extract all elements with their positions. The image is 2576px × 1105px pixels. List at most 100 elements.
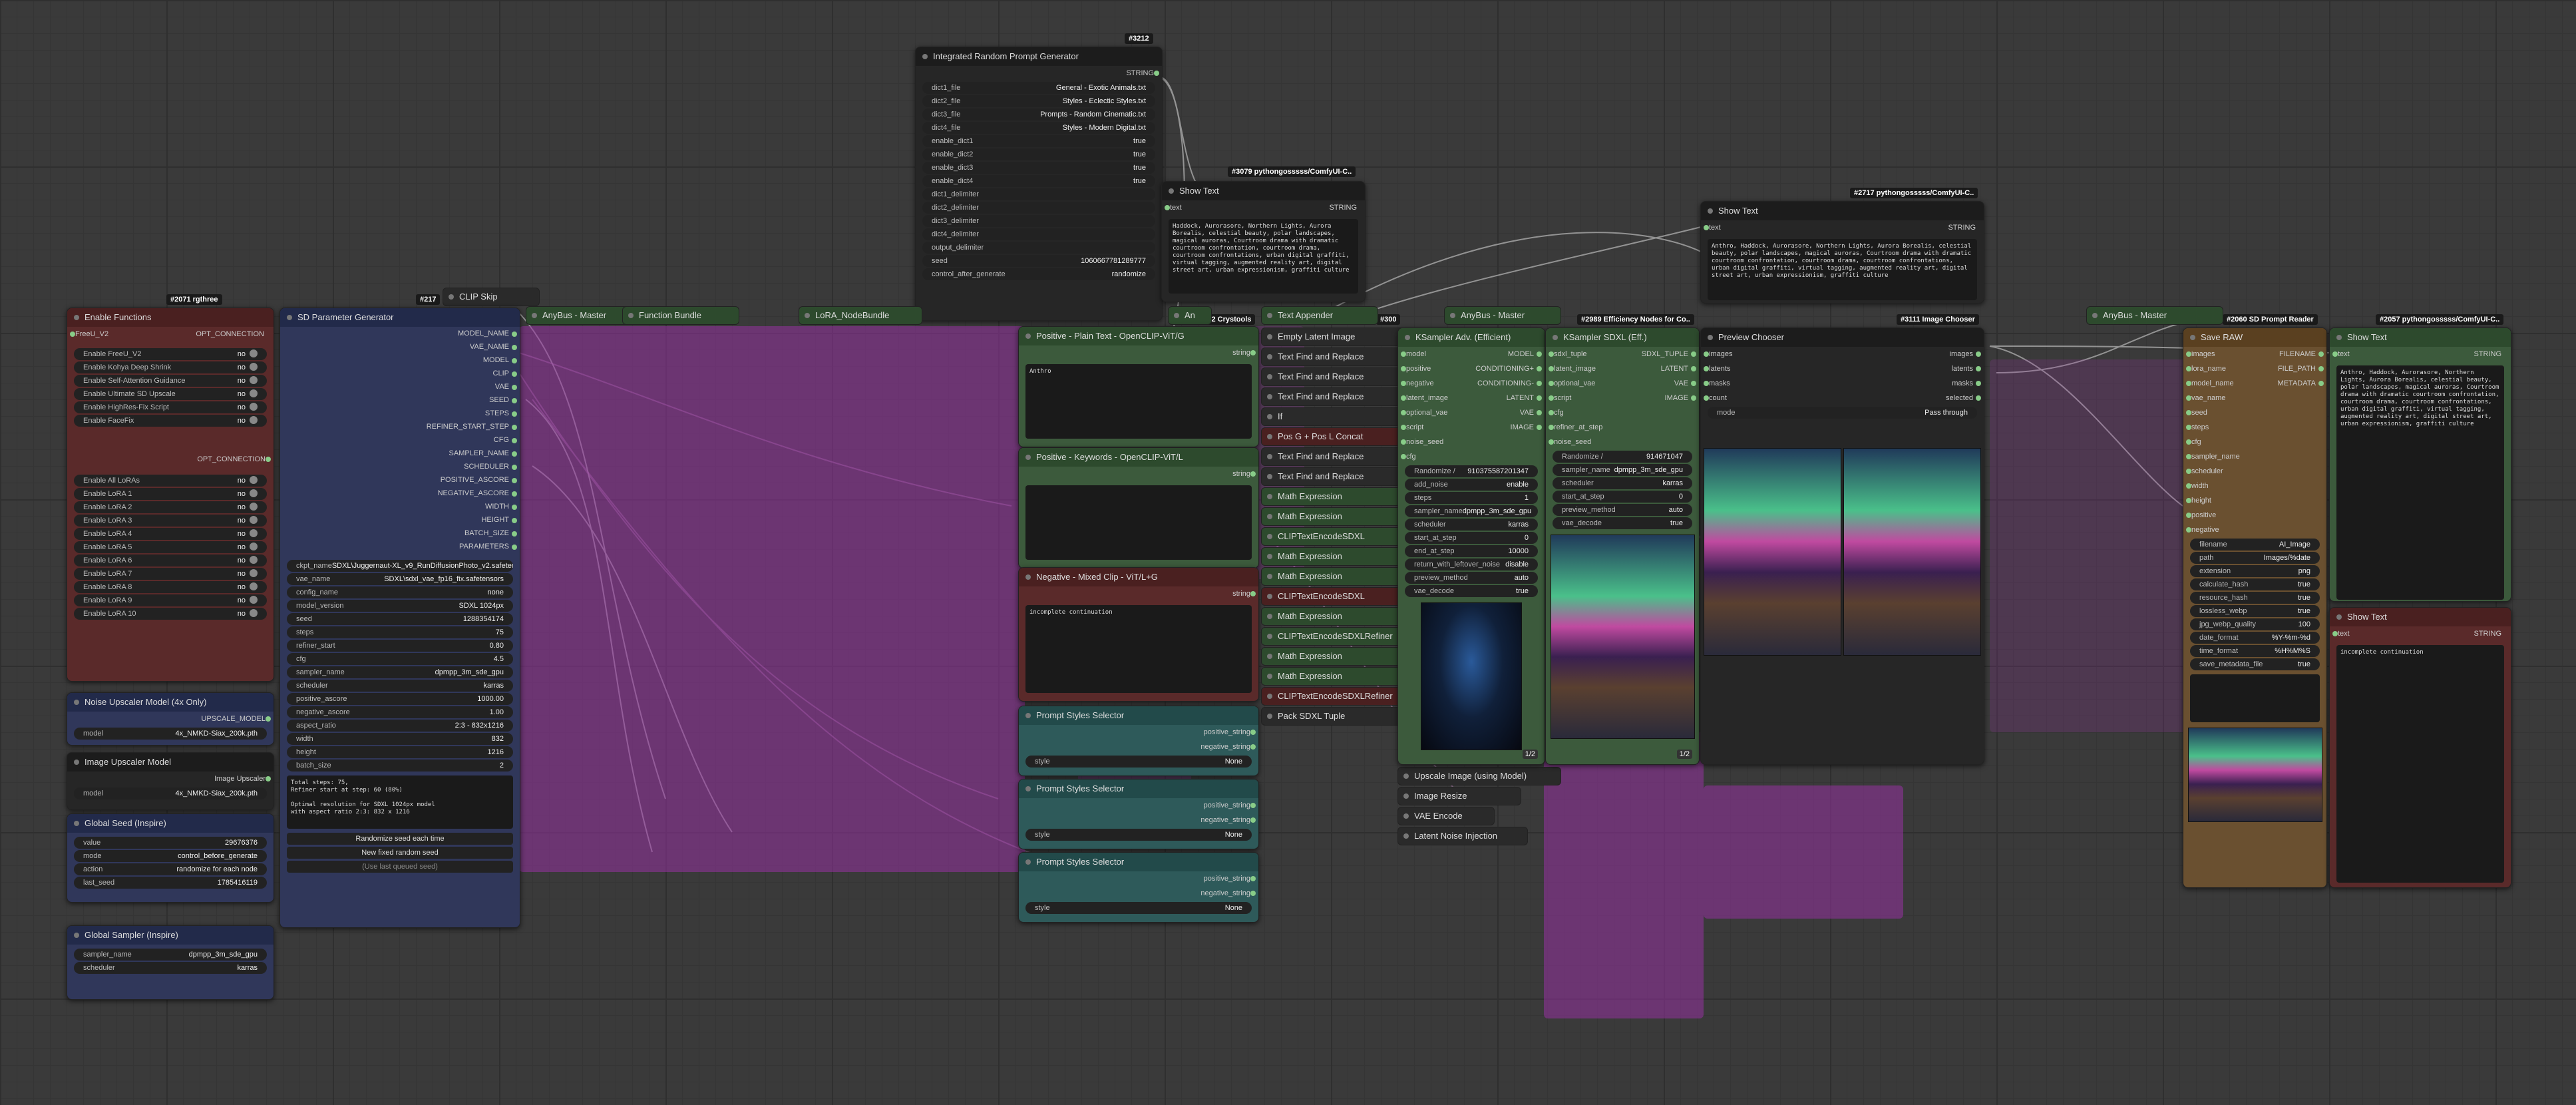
- slot-row[interactable]: SCHEDULER: [280, 460, 520, 473]
- node-widget[interactable]: cfg 4.5: [287, 653, 513, 665]
- slot-row[interactable]: optional_vae VAE: [1398, 405, 1545, 420]
- slot-row[interactable]: BATCH_SIZE: [280, 527, 520, 540]
- node-widget[interactable]: time_format %H%M%S: [2190, 645, 2320, 657]
- node-widget[interactable]: config_name none: [287, 586, 513, 598]
- slot-row[interactable]: lora_name FILE_PATH: [2183, 361, 2326, 376]
- prompt-styles-selector-node[interactable]: Prompt Styles Selector positive_string n…: [1018, 852, 1259, 923]
- enable-functions-node[interactable]: Enable Functions FreeU_V2 OPT_CONNECTION …: [67, 308, 274, 682]
- slot-row[interactable]: images images: [1701, 347, 1984, 361]
- show-text-node[interactable]: Show Text text STRING Anthro, Haddock, Au…: [1700, 201, 1984, 304]
- slot-row[interactable]: noise_seed: [1546, 435, 1699, 449]
- slot-row[interactable]: steps: [2183, 420, 2326, 435]
- lora-bundle-node[interactable]: LoRA_NodeBundle: [799, 306, 922, 325]
- node-widget[interactable]: value 29676376: [74, 837, 267, 849]
- node-widget[interactable]: dict1_delimiter: [922, 188, 1155, 200]
- node-widget[interactable]: Enable LoRA 10 no: [74, 608, 267, 620]
- output-slot[interactable]: string: [1019, 467, 1258, 481]
- preview-chooser-node[interactable]: Preview Chooser images images latents laten…: [1700, 328, 1984, 765]
- node-widget[interactable]: mode control_before_generate: [74, 850, 267, 862]
- randomize-seed-button[interactable]: Randomize seed each time: [287, 833, 513, 845]
- ksampler-sdxl-node[interactable]: KSampler SDXL (Eff.) sdxl_tuple SDXL_TUPL…: [1545, 328, 1700, 765]
- anybus-node[interactable]: AnyBus - Master: [526, 306, 636, 325]
- slot-row[interactable]: sdxl_tuple SDXL_TUPLE: [1546, 347, 1699, 361]
- collapsed-node[interactable]: Math Expression: [1261, 547, 1418, 566]
- ksampler-adv-node[interactable]: KSampler Adv. (Efficient) model MODEL posi…: [1397, 328, 1545, 765]
- slot-row[interactable]: PARAMETERS: [280, 540, 520, 553]
- node-widget[interactable]: vae_name SDXL\sdxl_vae_fp16_fix.safetenso…: [287, 573, 513, 585]
- slot-row[interactable]: script IMAGE: [1546, 391, 1699, 405]
- collapsed-node[interactable]: CLIPTextEncodeSDXLRefiner: [1261, 687, 1418, 706]
- output-slot[interactable]: string: [1019, 586, 1258, 601]
- node-widget[interactable]: Enable LoRA 8 no: [74, 581, 267, 593]
- slot-row[interactable]: MODEL_NAME: [280, 327, 520, 340]
- slot-row[interactable]: sampler_name: [2183, 449, 2326, 464]
- node-widget[interactable]: dict3_file Prompts - Random Cinematic.txt: [922, 109, 1155, 120]
- node-widget[interactable]: output_delimiter: [922, 242, 1155, 254]
- node-widget[interactable]: height 1216: [287, 746, 513, 758]
- slot-row[interactable]: count selected: [1701, 391, 1984, 405]
- mode-select[interactable]: mode Pass through: [1708, 407, 1977, 419]
- node-widget[interactable]: width 832: [287, 733, 513, 745]
- slot-row[interactable]: cfg: [1546, 405, 1699, 420]
- new-seed-button[interactable]: New fixed random seed: [287, 847, 513, 859]
- node-widget[interactable]: add_noise enable: [1405, 479, 1538, 491]
- output-slot[interactable]: negative_string: [1019, 886, 1258, 901]
- output-slot[interactable]: string: [1019, 345, 1258, 360]
- node-widget[interactable]: Enable LoRA 5 no: [74, 541, 267, 553]
- node-widget[interactable]: steps 75: [287, 626, 513, 638]
- slot-row[interactable]: cfg: [1398, 449, 1545, 464]
- node-widget[interactable]: jpg_webp_quality 100: [2190, 618, 2320, 630]
- node-widget[interactable]: Enable All LoRAs no: [74, 475, 267, 487]
- node-widget[interactable]: start_at_step 0: [1405, 532, 1538, 544]
- output-slot[interactable]: OPT_CONNECTION: [67, 452, 274, 467]
- node-widget[interactable]: seed 1288354174: [287, 613, 513, 625]
- output-slot[interactable]: positive_string: [1019, 798, 1258, 813]
- anybus-node[interactable]: AnyBus - Master: [1444, 306, 1561, 325]
- collapsed-node[interactable]: Text Find and Replace: [1261, 467, 1418, 486]
- sd-parameter-generator-node[interactable]: SD Parameter Generator MODEL_NAME VAE_NAM…: [279, 308, 520, 928]
- chooser-image-2[interactable]: [1843, 448, 1981, 656]
- slot-row[interactable]: negative: [2183, 523, 2326, 537]
- function-bundle-node[interactable]: Function Bundle: [622, 306, 739, 325]
- prompt-styles-selector-node[interactable]: Prompt Styles Selector positive_string n…: [1018, 779, 1259, 849]
- prompt-text-area[interactable]: incomplete continuation: [1025, 605, 1252, 693]
- slot-row[interactable]: cfg: [2183, 435, 2326, 449]
- show-text-node[interactable]: Show Text text STRING Anthro, Haddock, Au…: [2329, 328, 2511, 602]
- node-widget[interactable]: control_after_generate randomize: [922, 268, 1155, 280]
- slot-row[interactable]: POSITIVE_ASCORE: [280, 473, 520, 487]
- node-widget[interactable]: sampler_name dpmpp_3m_sde_gpu: [287, 666, 513, 678]
- node-widget[interactable]: seed 1060667781289777: [922, 255, 1155, 267]
- node-widget[interactable]: Enable LoRA 1 no: [74, 488, 267, 500]
- collapsed-node[interactable]: Pack SDXL Tuple: [1261, 707, 1418, 726]
- node-widget[interactable]: sampler_name dpmpp_3m_sde_gpu: [1405, 505, 1538, 517]
- input-slot[interactable]: text STRING: [2330, 347, 2511, 361]
- node-widget[interactable]: resource_hash true: [2190, 592, 2320, 604]
- collapsed-node[interactable]: Math Expression: [1261, 667, 1418, 686]
- node-widget[interactable]: batch_size 2: [287, 760, 513, 772]
- node-widget[interactable]: preview_method auto: [1553, 504, 1692, 516]
- slot-row[interactable]: scheduler: [2183, 464, 2326, 479]
- prompt-styles-selector-node[interactable]: Prompt Styles Selector positive_string n…: [1018, 706, 1259, 776]
- latent-noise-injection-node[interactable]: Latent Noise Injection: [1397, 827, 1528, 845]
- collapsed-node[interactable]: CLIPTextEncodeSDXLRefiner: [1261, 627, 1418, 646]
- node-widget[interactable]: Enable LoRA 2 no: [74, 501, 267, 513]
- prompt-text-area[interactable]: Anthro: [1025, 364, 1252, 439]
- slot-row[interactable]: negative CONDITIONING-: [1398, 376, 1545, 391]
- slot-row[interactable]: MODEL: [280, 353, 520, 367]
- node-widget[interactable]: Enable LoRA 4 no: [74, 528, 267, 540]
- slot-row[interactable]: STEPS: [280, 407, 520, 420]
- slot-row[interactable]: noise_seed: [1398, 435, 1545, 449]
- global-sampler-node[interactable]: Global Sampler (Inspire) sampler_name dpm…: [67, 925, 274, 1000]
- image-upscaler-node[interactable]: Image Upscaler Model Image Upscaler mode…: [67, 752, 274, 810]
- seed-widget[interactable]: Randomize / 910375587201347: [1405, 465, 1538, 477]
- slot-row[interactable]: VAE: [280, 380, 520, 393]
- seed-widget[interactable]: Randomize / 914671047: [1553, 451, 1692, 463]
- node-widget[interactable]: scheduler karras: [287, 680, 513, 692]
- collapsed-node[interactable]: Math Expression: [1261, 567, 1418, 586]
- node-widget[interactable]: enable_dict1 true: [922, 135, 1155, 147]
- node-widget[interactable]: Enable LoRA 6 no: [74, 554, 267, 566]
- clip-skip-node[interactable]: CLIP Skip: [443, 288, 540, 306]
- slot-row[interactable]: vae_name: [2183, 391, 2326, 405]
- collapsed-node[interactable]: Text Find and Replace: [1261, 447, 1418, 466]
- slot-row[interactable]: height: [2183, 493, 2326, 508]
